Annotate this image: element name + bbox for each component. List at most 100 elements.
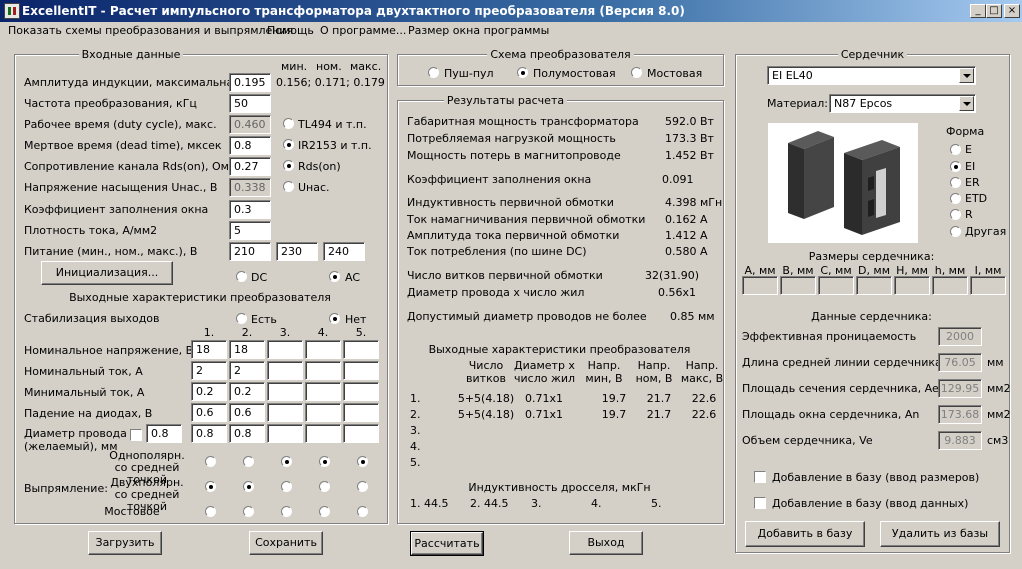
menu-window-size[interactable]: Размер окна программы <box>408 24 549 37</box>
diode-drop-input-5[interactable] <box>343 403 379 422</box>
min-current-input-5[interactable] <box>343 382 379 401</box>
min-current-input-4[interactable] <box>305 382 341 401</box>
out-current-input-4[interactable] <box>305 361 341 380</box>
rect-unipolar-radio-3[interactable] <box>281 456 292 467</box>
shape-etd-radio[interactable] <box>950 193 961 204</box>
shape-er-radio[interactable] <box>950 177 961 188</box>
maximize-button[interactable]: □ <box>986 4 1002 18</box>
shape-other-radio[interactable] <box>950 226 961 237</box>
core-data-value[interactable]: 2000 <box>938 327 982 346</box>
core-data-value[interactable]: 9.883 <box>938 431 982 450</box>
frequency-input[interactable]: 50 <box>229 94 271 113</box>
wire-input-2[interactable]: 0.8 <box>229 424 265 443</box>
supply-min-input[interactable]: 210 <box>229 242 271 261</box>
delete-from-db-button[interactable]: Удалить из базы <box>880 521 1000 547</box>
core-data-value[interactable]: 76.05 <box>938 353 982 372</box>
wire-desired-input[interactable]: 0.8 <box>146 424 182 443</box>
rect-bipolar-radio-2[interactable] <box>243 481 254 492</box>
core-data-value[interactable]: 173.68 <box>938 405 982 424</box>
diode-drop-input-3[interactable] <box>267 403 303 422</box>
core-select[interactable]: EI EL40 <box>767 66 976 85</box>
chevron-down-icon[interactable] <box>959 96 974 111</box>
out-current-input-3[interactable] <box>267 361 303 380</box>
diode-drop-input-4[interactable] <box>305 403 341 422</box>
shape-e-radio[interactable] <box>950 144 961 155</box>
fill-factor-input[interactable]: 0.3 <box>229 200 271 219</box>
pushpull-radio[interactable] <box>428 67 439 78</box>
material-select[interactable]: N87 Epcos <box>829 94 976 113</box>
supply-nom-input[interactable]: 230 <box>276 242 318 261</box>
out-current-input-2[interactable]: 2 <box>229 361 265 380</box>
rect-unipolar-radio-5[interactable] <box>357 456 368 467</box>
dim-b-input[interactable] <box>780 276 816 295</box>
shape-ei-radio[interactable] <box>950 161 961 172</box>
rect-bridge-radio-4[interactable] <box>319 506 330 517</box>
diode-drop-input-2[interactable]: 0.6 <box>229 403 265 422</box>
dim-h-small-input[interactable] <box>932 276 968 295</box>
usat-input[interactable]: 0.338 <box>229 178 271 197</box>
rds-input[interactable]: 0.27 <box>229 157 271 176</box>
init-button[interactable]: Инициализация... <box>41 261 173 285</box>
rect-bridge-radio-5[interactable] <box>357 506 368 517</box>
dc-radio[interactable] <box>236 271 247 282</box>
rect-bipolar-radio-5[interactable] <box>357 481 368 492</box>
duty-input[interactable]: 0.460 <box>229 115 271 134</box>
core-data-value[interactable]: 129.95 <box>938 379 982 398</box>
wire-input-5[interactable] <box>343 424 379 443</box>
rect-unipolar-radio-1[interactable] <box>205 456 216 467</box>
dim-h-input[interactable] <box>894 276 930 295</box>
dim-i-input[interactable] <box>970 276 1006 295</box>
rds-radio[interactable] <box>283 160 294 171</box>
shape-r-radio[interactable] <box>950 209 961 220</box>
rect-bridge-radio-2[interactable] <box>243 506 254 517</box>
minimize-button[interactable]: _ <box>970 4 986 18</box>
menu-show-schemes[interactable]: Показать схемы преобразования и выпрямле… <box>8 24 293 37</box>
out-voltage-input-2[interactable]: 18 <box>229 340 265 359</box>
out-voltage-input-5[interactable] <box>343 340 379 359</box>
calculate-button[interactable]: Рассчитать <box>410 531 484 556</box>
add-to-db-button[interactable]: Добавить в базу <box>745 521 865 547</box>
min-current-input-3[interactable] <box>267 382 303 401</box>
rect-unipolar-radio-4[interactable] <box>319 456 330 467</box>
rect-bridge-radio-1[interactable] <box>205 506 216 517</box>
fullbridge-radio[interactable] <box>631 67 642 78</box>
out-voltage-input-3[interactable] <box>267 340 303 359</box>
wire-input-4[interactable] <box>305 424 341 443</box>
out-voltage-input-4[interactable] <box>305 340 341 359</box>
rect-bipolar-radio-3[interactable] <box>281 481 292 492</box>
wire-desired-checkbox[interactable] <box>130 429 142 441</box>
current-density-input[interactable]: 5 <box>229 221 271 240</box>
dim-c-input[interactable] <box>818 276 854 295</box>
chevron-down-icon[interactable] <box>959 68 974 83</box>
wire-input-3[interactable] <box>267 424 303 443</box>
ac-radio[interactable] <box>329 271 340 282</box>
add-data-checkbox[interactable] <box>754 497 766 509</box>
menu-help[interactable]: Помощь <box>267 24 314 37</box>
halfbridge-radio[interactable] <box>517 67 528 78</box>
usat-radio[interactable] <box>283 181 294 192</box>
min-current-input-1[interactable]: 0.2 <box>191 382 227 401</box>
load-button[interactable]: Загрузить <box>88 531 162 555</box>
menu-about[interactable]: О программе... <box>320 24 406 37</box>
stab-yes-radio[interactable] <box>236 313 247 324</box>
out-current-input-1[interactable]: 2 <box>191 361 227 380</box>
supply-max-input[interactable]: 240 <box>323 242 365 261</box>
out-current-input-5[interactable] <box>343 361 379 380</box>
wire-input-1[interactable]: 0.8 <box>191 424 227 443</box>
rect-bipolar-radio-1[interactable] <box>205 481 216 492</box>
ir2153-radio[interactable] <box>283 139 294 150</box>
save-button[interactable]: Сохранить <box>249 531 323 555</box>
out-voltage-input-1[interactable]: 18 <box>191 340 227 359</box>
rect-bridge-radio-3[interactable] <box>281 506 292 517</box>
min-current-input-2[interactable]: 0.2 <box>229 382 265 401</box>
dead-time-input[interactable]: 0.8 <box>229 136 271 155</box>
diode-drop-input-1[interactable]: 0.6 <box>191 403 227 422</box>
tl494-radio[interactable] <box>283 118 294 129</box>
exit-button[interactable]: Выход <box>569 531 643 555</box>
dim-a-input[interactable] <box>742 276 778 295</box>
rect-bipolar-radio-4[interactable] <box>319 481 330 492</box>
close-button[interactable]: × <box>1004 4 1020 18</box>
stab-no-radio[interactable] <box>329 313 340 324</box>
dim-d-input[interactable] <box>856 276 892 295</box>
induction-input[interactable]: 0.195 <box>229 73 271 92</box>
